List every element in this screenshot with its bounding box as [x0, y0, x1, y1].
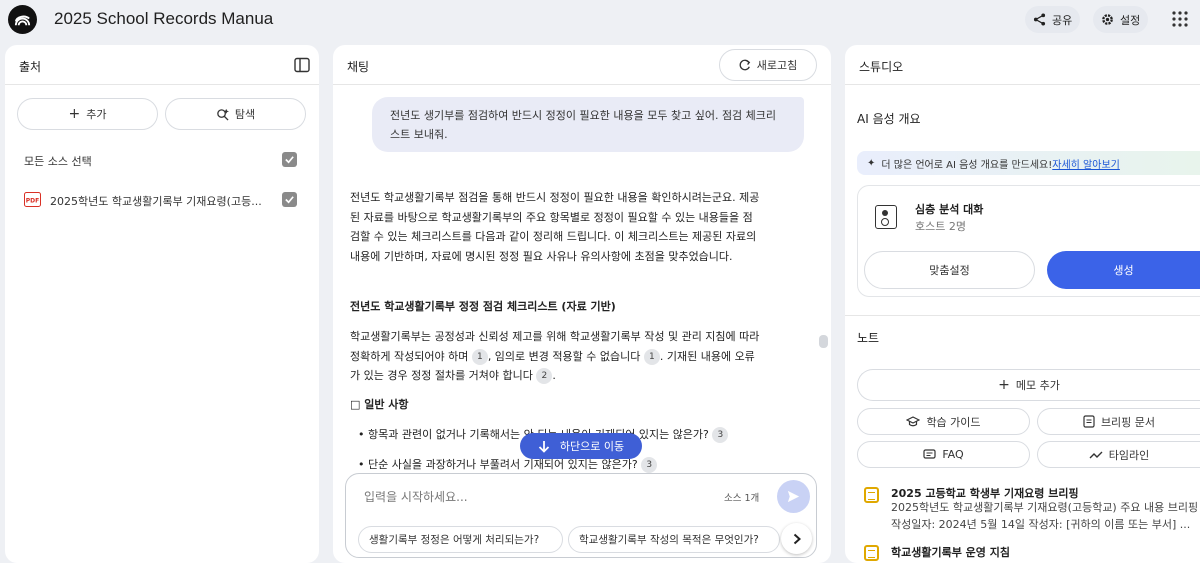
speaker-icon	[875, 205, 897, 229]
note-title: 학교생활기록부 운영 지침	[891, 546, 1010, 559]
response-intro: 전년도 학교생활기록부 점검을 통해 반드시 정정이 필요한 내용을 확인하시려…	[350, 191, 760, 263]
graduation-cap-icon	[906, 415, 921, 426]
studio-title: 스튜디오	[859, 60, 904, 74]
briefing-doc-label: 브리핑 문서	[1100, 415, 1156, 429]
select-all-checkbox[interactable]	[282, 152, 297, 167]
send-button[interactable]	[777, 480, 810, 513]
study-guide-button[interactable]: 학습 가이드	[857, 408, 1030, 435]
chevron-right-icon	[793, 533, 801, 544]
timeline-icon	[1089, 451, 1103, 458]
timeline-button[interactable]: 타임라인	[1037, 441, 1200, 468]
customize-button[interactable]: 맞춤설정	[864, 251, 1035, 289]
settings-button[interactable]: 설정	[1093, 6, 1149, 33]
chat-scrollbar[interactable]	[819, 335, 828, 348]
add-note-label: 메모 추가	[1015, 379, 1060, 392]
select-all-label: 모든 소스 선택	[24, 155, 92, 168]
hosts-label: 호스트 2명	[915, 220, 966, 233]
suggestion-chip[interactable]: 생활기록부 정정은 어떻게 처리되는가?	[358, 526, 563, 553]
apps-grid-icon[interactable]	[1172, 11, 1188, 27]
notes-title: 노트	[857, 331, 880, 345]
user-message: 전년도 생기부를 점검하여 반드시 정정이 필요한 내용을 모두 찾고 싶어. …	[372, 97, 804, 152]
settings-label: 설정	[1120, 13, 1141, 27]
suggestion-chip[interactable]: 학교생활기록부 작성의 목적은 무엇인가?	[568, 526, 780, 553]
audio-promo-banner: ✦ 더 많은 언어로 AI 음성 개요를 만드세요!자세히 알아보기	[857, 151, 1200, 175]
party-icon: ✦	[867, 157, 876, 169]
plus-icon: +	[998, 377, 1010, 393]
chat-input[interactable]: 입력을 시작하세요...	[364, 488, 468, 505]
deep-dive-title: 심층 분석 대화	[915, 203, 984, 216]
add-note-button[interactable]: + 메모 추가	[857, 369, 1200, 401]
share-button[interactable]: 공유	[1025, 6, 1081, 33]
source-count: 소스 1개	[724, 493, 760, 504]
sources-title: 출처	[19, 60, 42, 74]
faq-label: FAQ	[942, 448, 964, 461]
citation-chip[interactable]: 2	[536, 368, 553, 385]
pdf-badge-text: PDF	[26, 198, 39, 205]
response-paragraph: 학교생활기록부는 공정성과 신뢰성 제고를 위해 학교생활기록부 작성 및 관리…	[350, 327, 760, 386]
study-guide-label: 학습 가이드	[926, 415, 981, 429]
divider	[845, 315, 1200, 316]
refresh-label: 새로고침	[756, 59, 798, 72]
studio-header: 스튜디오	[845, 45, 1200, 85]
citation-chip[interactable]: 3	[712, 427, 729, 443]
explore-label: 탐색	[234, 108, 256, 121]
timeline-label: 타임라인	[1108, 448, 1150, 462]
arrow-down-icon	[538, 440, 550, 453]
top-bar: 2025 School Records Manua 공유 설정	[0, 0, 1200, 40]
note-icon	[864, 545, 879, 561]
faq-icon	[923, 448, 936, 459]
learn-more-link[interactable]: 자세히 알아보기	[1052, 160, 1120, 171]
citation-chip[interactable]: 1	[471, 348, 488, 365]
scroll-to-bottom-button[interactable]: 하단으로 이동	[520, 433, 642, 459]
faq-button[interactable]: FAQ	[857, 441, 1030, 468]
refresh-icon	[739, 59, 750, 71]
note-description: 2025학년도 학교생활기록부 기재요령(고등학교) 주요 내용 브리핑 작성일…	[891, 501, 1199, 531]
section-heading: □ 일반 사항	[350, 398, 409, 411]
refresh-button[interactable]: 새로고침	[719, 49, 817, 81]
generate-button[interactable]: 생성	[1047, 251, 1200, 289]
response-heading: 전년도 학교생활기록부 정정 점검 체크리스트 (자료 기반)	[350, 300, 616, 313]
next-suggestions-button[interactable]	[781, 523, 812, 554]
check-icon	[285, 196, 294, 204]
add-source-label: 추가	[86, 108, 107, 121]
para-text-d: .	[552, 369, 556, 383]
notebook-title[interactable]: 2025 School Records Manua	[54, 9, 273, 29]
briefing-doc-button[interactable]: 브리핑 문서	[1037, 408, 1200, 435]
scroll-to-bottom-label: 하단으로 이동	[559, 440, 625, 453]
source-item-checkbox[interactable]	[282, 192, 297, 207]
gear-icon	[1102, 14, 1113, 25]
sources-header: 출처	[5, 45, 319, 85]
logo-icon	[14, 15, 31, 26]
send-icon	[787, 490, 800, 503]
add-source-button[interactable]: + 추가	[17, 98, 158, 130]
explore-search-icon	[217, 108, 229, 121]
source-item-label: 2025학년도 학교생활기록부 기재요령(고등...	[50, 195, 262, 208]
explore-button[interactable]: 탐색	[165, 98, 306, 130]
pdf-icon: PDF	[24, 192, 41, 207]
banner-text: 더 많은 언어로 AI 음성 개요를 만드세요!	[881, 159, 1053, 171]
chat-title: 채팅	[347, 60, 370, 74]
share-icon	[1033, 13, 1046, 26]
collapse-panel-icon[interactable]	[294, 57, 310, 73]
para-text-b: , 임의로 변경 적용할 수 없습니다	[487, 349, 641, 363]
plus-icon: +	[68, 106, 81, 122]
share-label: 공유	[1052, 13, 1073, 27]
checklist-item-text: • 단순 사실을 과장하거나 부풀려서 기재되어 있지는 않은가?	[358, 458, 638, 471]
citation-chip[interactable]: 1	[643, 348, 660, 365]
audio-overview-title: AI 음성 개요	[857, 112, 921, 126]
source-item[interactable]: PDF 2025학년도 학교생활기록부 기재요령(고등...	[17, 186, 307, 212]
citation-chip[interactable]: 3	[641, 457, 658, 473]
note-icon	[864, 487, 879, 503]
app-logo[interactable]	[8, 5, 37, 34]
check-icon	[285, 156, 294, 164]
document-icon	[1083, 415, 1095, 428]
